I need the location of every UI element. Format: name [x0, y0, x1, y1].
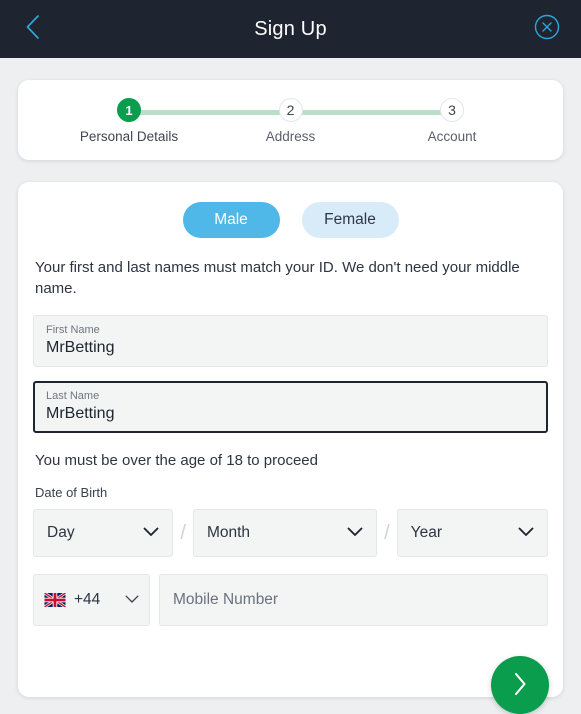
- last-name-value: MrBetting: [46, 405, 115, 422]
- app-header: Sign Up: [0, 0, 581, 58]
- uk-flag-icon: [44, 593, 66, 607]
- dob-day-value: Day: [47, 524, 75, 541]
- gender-option-male[interactable]: Male: [182, 202, 280, 238]
- chevron-down-icon: [143, 524, 159, 542]
- gender-toggle-group: Male Female: [33, 202, 548, 238]
- dob-month-value: Month: [206, 524, 251, 541]
- age-restriction-notice: You must be over the age of 18 to procee…: [35, 452, 318, 469]
- date-of-birth-label: Date of Birth: [35, 485, 108, 500]
- country-code-select[interactable]: +44: [33, 574, 150, 626]
- stepper-step-personal-details[interactable]: 1 Personal Details: [74, 98, 184, 144]
- page-title: Sign Up: [254, 17, 327, 40]
- dob-day-select[interactable]: Day: [33, 509, 174, 557]
- chevron-left-icon: [25, 14, 40, 45]
- dob-year-select[interactable]: Year: [396, 509, 548, 557]
- step-label: Personal Details: [79, 129, 179, 144]
- chevron-down-icon: [125, 591, 139, 609]
- step-number-badge: 3: [440, 98, 464, 122]
- step-number-badge: 1: [117, 98, 141, 122]
- step-label: Address: [265, 129, 316, 144]
- gender-option-female[interactable]: Female: [301, 202, 399, 238]
- dob-month-select[interactable]: Month: [192, 509, 378, 557]
- signup-stepper: 1 Personal Details 2 Address 3 Account: [18, 80, 563, 160]
- last-name-label: Last Name: [46, 390, 100, 402]
- dob-year-value: Year: [410, 524, 442, 541]
- mobile-number-input[interactable]: Mobile Number: [159, 574, 548, 626]
- close-button[interactable]: [525, 0, 569, 58]
- back-button[interactable]: [10, 0, 54, 58]
- step-label: Account: [427, 129, 477, 144]
- stepper-track: 1 Personal Details 2 Address 3 Account: [18, 98, 563, 144]
- chevron-right-icon: [511, 670, 529, 701]
- dial-code-value: +44: [74, 591, 101, 608]
- personal-details-form: Male Female Your first and last names mu…: [18, 182, 563, 714]
- date-of-birth-group: Day / Month / Year: [33, 509, 548, 557]
- dob-separator: /: [180, 521, 186, 544]
- close-circle-icon: [534, 14, 560, 45]
- first-name-field[interactable]: First Name MrBetting: [33, 315, 548, 367]
- first-name-label: First Name: [46, 324, 100, 336]
- stepper-step-address[interactable]: 2 Address: [236, 98, 346, 144]
- name-helper-text: Your first and last names must match you…: [35, 259, 520, 297]
- dob-separator: /: [384, 521, 390, 544]
- step-number-badge: 2: [278, 98, 303, 122]
- phone-number-group: +44 Mobile Number: [33, 574, 548, 626]
- chevron-down-icon: [347, 524, 363, 542]
- stepper-step-account[interactable]: 3 Account: [397, 98, 507, 144]
- chevron-down-icon: [518, 524, 534, 542]
- last-name-field[interactable]: Last Name MrBetting: [33, 381, 548, 433]
- first-name-value: MrBetting: [46, 339, 115, 356]
- next-step-button[interactable]: [491, 656, 549, 714]
